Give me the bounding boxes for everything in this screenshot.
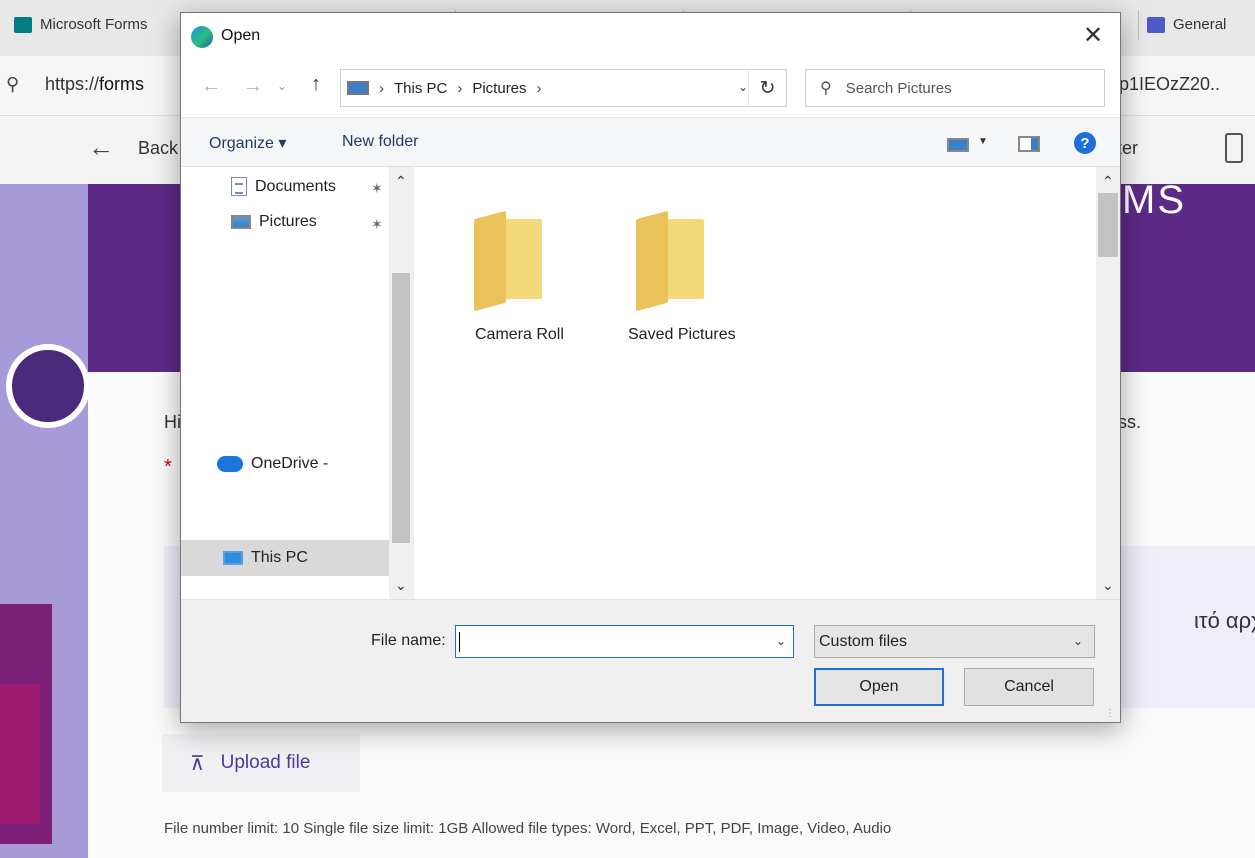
clock-icon bbox=[6, 344, 90, 428]
navigation-pane: Documents ✶ Pictures ✶ OneDrive - This P… bbox=[181, 167, 413, 599]
intro-text-end: ss. bbox=[1118, 412, 1142, 432]
search-icon: ⚲ bbox=[820, 80, 832, 97]
upload-file-button[interactable]: ⊼ Upload file bbox=[162, 734, 360, 792]
refresh-icon[interactable]: ↻ bbox=[748, 69, 786, 107]
nav-pane-scrollbar[interactable]: ⌃ ⌄ bbox=[389, 167, 413, 599]
change-view-icon[interactable] bbox=[947, 138, 969, 152]
question-text: ιτό αρχείο/ bbox=[1194, 608, 1255, 633]
folder-front-shape bbox=[474, 210, 506, 312]
open-file-dialog: Open ✕ ← → ⌄ ↑ › This PC › Pictures › ⌄ … bbox=[180, 12, 1121, 723]
file-type-chevron-icon[interactable]: ⌄ bbox=[1073, 634, 1083, 648]
file-list: Camera Roll Saved Pictures bbox=[414, 167, 1096, 599]
breadcrumb-pictures[interactable]: Pictures bbox=[472, 80, 526, 97]
dialog-titlebar[interactable]: Open ✕ bbox=[181, 13, 1120, 61]
file-name-input[interactable]: ⌄ bbox=[455, 625, 794, 658]
nav-item-label: Pictures bbox=[259, 213, 317, 230]
url-tail: yp1IEOzZ20.. bbox=[1110, 74, 1221, 94]
view-options-chevron-icon[interactable]: ▼ bbox=[978, 136, 988, 147]
required-marker: * bbox=[164, 456, 172, 478]
url-domain: forms bbox=[99, 74, 145, 94]
scrollbar-thumb[interactable] bbox=[392, 273, 410, 543]
dialog-title: Open bbox=[221, 27, 261, 44]
up-arrow-icon[interactable]: ↑ bbox=[311, 73, 321, 96]
file-name-label: File name: bbox=[371, 632, 446, 649]
cancel-button[interactable]: Cancel bbox=[964, 668, 1094, 706]
scroll-up-chevron-icon[interactable]: ⌃ bbox=[1102, 173, 1114, 190]
breadcrumb-this-pc[interactable]: This PC bbox=[394, 80, 447, 97]
forms-app-icon bbox=[14, 17, 32, 33]
help-icon[interactable]: ? bbox=[1074, 132, 1096, 154]
nav-item-label: This PC bbox=[251, 549, 308, 566]
nav-item-label: OneDrive - bbox=[251, 455, 329, 472]
text-caret bbox=[459, 632, 460, 652]
lock-icon: ⚲ bbox=[6, 74, 20, 94]
folder-label-camera-roll[interactable]: Camera Roll bbox=[475, 326, 564, 344]
open-button[interactable]: Open bbox=[814, 668, 944, 706]
nav-item-onedrive[interactable]: OneDrive - bbox=[217, 455, 328, 473]
phone-preview-icon[interactable] bbox=[1225, 133, 1243, 163]
url-prefix: https:// bbox=[45, 74, 100, 94]
teams-app-icon bbox=[1147, 17, 1165, 33]
scroll-down-chevron-icon[interactable]: ⌄ bbox=[1102, 577, 1114, 594]
close-icon[interactable]: ✕ bbox=[1083, 21, 1103, 50]
pictures-location-icon bbox=[347, 81, 369, 95]
dialog-nav-row: ← → ⌄ ↑ › This PC › Pictures › ⌄ ↻ ⚲ Sea… bbox=[181, 61, 1120, 117]
nav-item-this-pc[interactable]: This PC bbox=[223, 549, 308, 567]
scroll-down-chevron-icon[interactable]: ⌄ bbox=[395, 577, 407, 594]
recent-locations-chevron-icon[interactable]: ⌄ bbox=[277, 79, 287, 93]
file-type-value: Custom files bbox=[819, 632, 908, 650]
preview-pane-icon[interactable] bbox=[1018, 136, 1040, 152]
upload-file-label: Upload file bbox=[220, 752, 311, 773]
address-breadcrumb[interactable]: › This PC › Pictures › bbox=[340, 69, 787, 107]
back-arrow-icon[interactable]: ← bbox=[88, 132, 114, 163]
file-name-history-chevron-icon[interactable]: ⌄ bbox=[776, 634, 786, 648]
nav-item-label: Documents bbox=[255, 177, 336, 195]
pictures-icon bbox=[231, 215, 251, 229]
breadcrumb-separator[interactable]: › bbox=[379, 80, 384, 97]
address-dropdown-chevron-icon[interactable]: ⌄ bbox=[738, 80, 748, 94]
dialog-toolbar: Organize ▾ New folder ▼ ? bbox=[181, 117, 1120, 167]
intro-text: Hi bbox=[164, 412, 181, 432]
pin-icon[interactable]: ✶ bbox=[371, 180, 383, 197]
breadcrumb-separator[interactable]: › bbox=[457, 80, 462, 97]
pin-icon[interactable]: ✶ bbox=[371, 216, 383, 233]
search-placeholder: Search Pictures bbox=[845, 79, 952, 97]
nav-item-documents[interactable]: Documents bbox=[231, 177, 336, 196]
document-icon bbox=[231, 177, 247, 196]
forward-arrow-icon[interactable]: → bbox=[243, 75, 263, 98]
file-list-scrollbar[interactable]: ⌃ ⌄ bbox=[1096, 167, 1120, 599]
back-arrow-icon[interactable]: ← bbox=[201, 75, 221, 98]
edge-browser-icon bbox=[191, 26, 213, 48]
folder-icon[interactable] bbox=[464, 193, 554, 312]
breadcrumb-separator[interactable]: › bbox=[537, 80, 542, 97]
tab-general-label: General bbox=[1173, 16, 1227, 33]
banner-title-fragment: MS bbox=[1122, 184, 1186, 222]
file-type-select[interactable]: Custom files ⌄ bbox=[814, 625, 1095, 658]
upload-limits-text: File number limit: 10 Single file size l… bbox=[164, 820, 892, 837]
computer-icon bbox=[223, 551, 243, 565]
url-text[interactable]: https://forms bbox=[45, 74, 144, 95]
folder-icon[interactable] bbox=[626, 193, 716, 312]
tab-microsoft-forms[interactable]: Microsoft Forms bbox=[14, 0, 184, 56]
organize-menu-button[interactable]: Organize ▾ bbox=[209, 133, 286, 153]
nav-item-pictures[interactable]: Pictures bbox=[231, 213, 317, 231]
cloud-icon bbox=[217, 456, 243, 472]
back-link[interactable]: Back bbox=[138, 138, 178, 159]
new-folder-button[interactable]: New folder bbox=[342, 133, 418, 151]
upload-icon: ⊼ bbox=[190, 752, 205, 775]
search-box[interactable]: ⚲ Search Pictures bbox=[805, 69, 1105, 107]
scroll-up-chevron-icon[interactable]: ⌃ bbox=[395, 173, 407, 190]
tab-forms-label: Microsoft Forms bbox=[40, 16, 148, 33]
tab-general[interactable]: General bbox=[1125, 0, 1255, 56]
resize-grip-icon[interactable]: ⋮ bbox=[1105, 708, 1115, 719]
folder-label-saved-pictures[interactable]: Saved Pictures bbox=[628, 326, 736, 344]
decorative-illustration bbox=[0, 684, 40, 824]
scrollbar-thumb[interactable] bbox=[1098, 193, 1118, 257]
folder-front-shape bbox=[636, 210, 668, 312]
dialog-footer: File name: ⌄ Custom files ⌄ Open Cancel … bbox=[181, 599, 1120, 722]
